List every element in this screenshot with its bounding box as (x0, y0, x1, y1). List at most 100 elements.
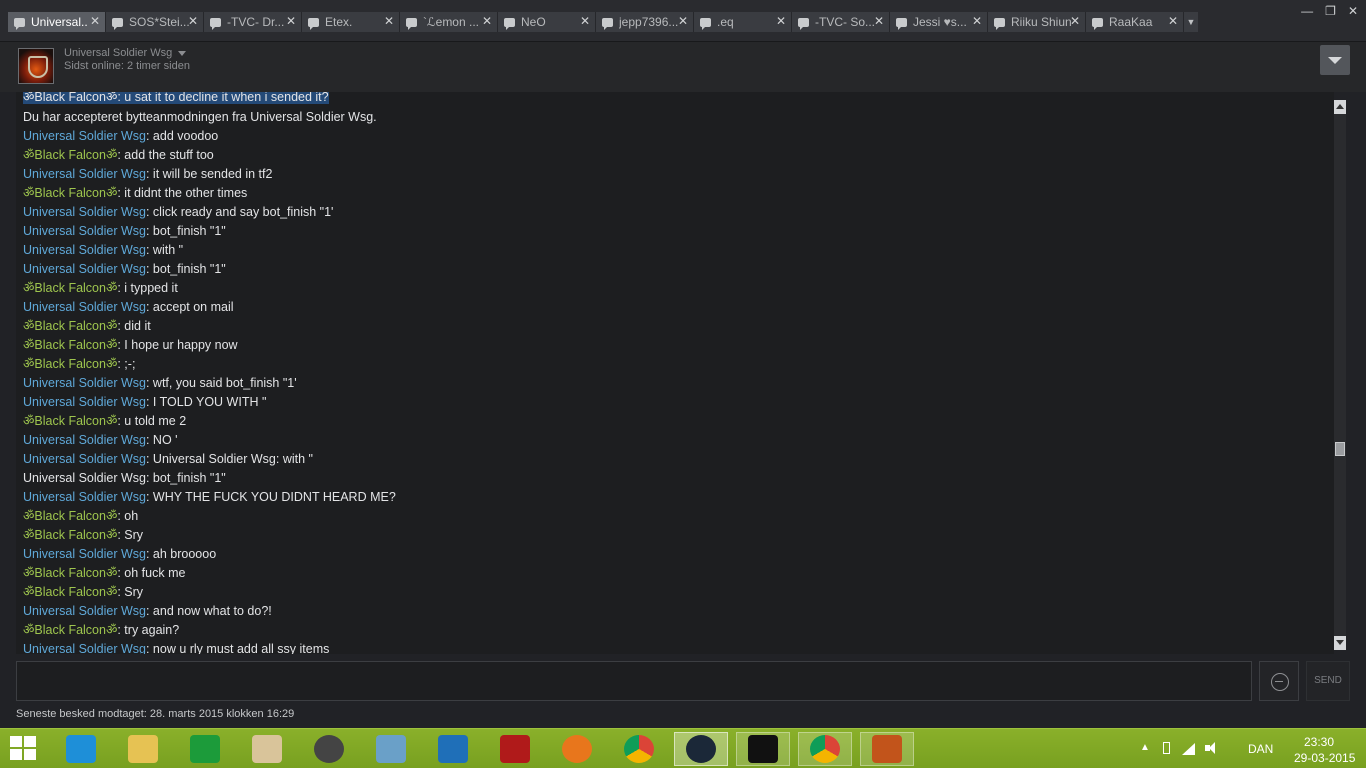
volume-icon[interactable] (1204, 741, 1218, 755)
chrome-icon (810, 735, 840, 763)
message-text: : wtf, you said bot_finish "1' (145, 376, 297, 390)
chat-bubble-icon (308, 17, 319, 30)
message-text: : Universal Soldier Wsg: with " (145, 452, 313, 466)
media-player-icon (252, 735, 282, 763)
windows-start-icon[interactable] (10, 736, 38, 762)
taskbar-app[interactable] (116, 732, 170, 766)
chat-tab[interactable]: SOS*Stei... ✕ (106, 12, 204, 32)
close-icon[interactable]: ✕ (1070, 14, 1080, 28)
message-text: : ;-; (117, 357, 136, 371)
message-text: : Sry (117, 585, 144, 599)
close-icon[interactable]: ✕ (678, 14, 688, 28)
battery-icon[interactable] (1160, 741, 1174, 755)
clock-time[interactable]: 23:30 (1304, 735, 1334, 749)
minimize-button[interactable]: — (1301, 4, 1313, 18)
message-text: : with " (145, 243, 184, 257)
taskbar-app[interactable] (550, 732, 604, 766)
close-window-button[interactable]: ✕ (1348, 4, 1358, 18)
close-icon[interactable]: ✕ (482, 14, 492, 28)
taskbar-app[interactable] (674, 732, 728, 766)
chat-tab[interactable]: RaaKaa ✕ (1086, 12, 1184, 32)
taskbar-app[interactable] (488, 732, 542, 766)
chat-message: ॐBlack Falconॐ: add the stuff too (23, 146, 396, 165)
message-sender: Universal Soldier Wsg (23, 300, 146, 314)
taskbar-app[interactable] (860, 732, 914, 766)
message-sender: Universal Soldier Wsg (23, 452, 146, 466)
chat-tab[interactable]: Jessi ♥s... ✕ (890, 12, 988, 32)
close-icon[interactable]: ✕ (384, 14, 394, 28)
chat-tab[interactable]: -TVC- Dr... ✕ (204, 12, 302, 32)
chat-tab[interactable]: `ℒemon ... ✕ (400, 12, 498, 32)
chat-message: ॐBlack Falconॐ: ;-; (23, 355, 396, 374)
clock-date[interactable]: 29-03-2015 (1294, 751, 1355, 765)
taskbar-app[interactable] (178, 732, 232, 766)
friend-status: Sidst online: 2 timer siden (64, 60, 190, 72)
network-icon[interactable] (1182, 741, 1196, 755)
close-icon[interactable]: ✕ (874, 14, 884, 28)
message-text: : Sry (117, 528, 144, 542)
tab-label: -TVC- Dr... (227, 15, 285, 29)
tabs-overflow-dropdown[interactable]: ▼ (1184, 12, 1198, 32)
chat-scrollbar[interactable] (1334, 100, 1346, 650)
chat-tab[interactable]: jepp7396... ✕ (596, 12, 694, 32)
chat-bubble-icon (406, 17, 417, 30)
chat-message: Universal Soldier Wsg: accept on mail (23, 298, 396, 317)
close-icon[interactable]: ✕ (188, 14, 198, 28)
header-dropdown-button[interactable] (1320, 45, 1350, 75)
chat-tab[interactable]: NeO ✕ (498, 12, 596, 32)
chat-bubble-icon (14, 17, 25, 30)
close-icon[interactable]: ✕ (972, 14, 982, 28)
message-text: : and now what to do?! (145, 604, 272, 618)
send-button[interactable]: SEND (1306, 661, 1350, 701)
friend-name-menu[interactable]: Universal Soldier Wsg (64, 47, 187, 59)
taskbar-app[interactable] (612, 732, 666, 766)
chat-tab[interactable]: Etex. ✕ (302, 12, 400, 32)
tab-label: .eq (717, 15, 734, 29)
tray-expand-icon[interactable]: ▲ (1140, 742, 1150, 753)
emoticon-button[interactable] (1259, 661, 1299, 701)
chat-message: Universal Soldier Wsg: click ready and s… (23, 203, 396, 222)
chat-tab[interactable]: Universal.. ✕ (8, 12, 106, 32)
message-sender: ॐBlack Falconॐ (23, 281, 118, 295)
message-text: : oh (117, 509, 139, 523)
message-sender: Universal Soldier Wsg (23, 547, 146, 561)
close-icon[interactable]: ✕ (580, 14, 590, 28)
scroll-up-icon[interactable] (1334, 100, 1346, 114)
close-icon[interactable]: ✕ (776, 14, 786, 28)
message-text: : it will be sended in tf2 (145, 167, 273, 181)
chat-message: ॐBlack Falconॐ: oh fuck me (23, 564, 396, 583)
message-sender: ॐBlack Falconॐ (23, 528, 118, 542)
scroll-thumb[interactable] (1335, 442, 1345, 456)
close-icon[interactable]: ✕ (286, 14, 296, 28)
taskbar-app[interactable] (54, 732, 108, 766)
message-text: : click ready and say bot_finish "1' (145, 205, 334, 219)
taskbar-app[interactable] (240, 732, 294, 766)
taskbar-app[interactable] (798, 732, 852, 766)
chat-tab[interactable]: Riiku Shiun ✕ (988, 12, 1086, 32)
taskbar-app[interactable] (302, 732, 356, 766)
taskbar-app[interactable] (426, 732, 480, 766)
language-indicator[interactable]: DAN (1248, 742, 1273, 756)
chevron-down-icon (178, 50, 187, 56)
settings-app-icon (438, 735, 468, 763)
taskbar-app[interactable] (364, 732, 418, 766)
message-sender: Universal Soldier Wsg (23, 395, 146, 409)
window-tab-bar: Universal.. ✕ SOS*Stei... ✕ -TVC- Dr... ✕ Etex… (0, 0, 1366, 42)
close-icon[interactable]: ✕ (1168, 14, 1178, 28)
chat-tab[interactable]: .eq ✕ (694, 12, 792, 32)
message-text: : bot_finish "1" (145, 471, 226, 485)
message-sender: Universal Soldier Wsg (23, 604, 146, 618)
maximize-button[interactable]: ❐ (1325, 4, 1336, 18)
chat-message: ॐBlack Falconॐ: it didnt the other times (23, 184, 396, 203)
message-text: : I TOLD YOU WITH " (145, 395, 267, 409)
message-input[interactable] (16, 661, 1252, 701)
chat-log[interactable]: ॐBlack Falconॐ: u sat it to decline it w… (16, 92, 1334, 654)
close-icon[interactable]: ✕ (90, 14, 100, 28)
friend-name: Universal Soldier Wsg (64, 47, 173, 59)
chat-tab[interactable]: -TVC- So... ✕ (792, 12, 890, 32)
avatar[interactable] (18, 48, 54, 84)
scroll-down-icon[interactable] (1334, 636, 1346, 650)
message-text: : WHY THE FUCK YOU DIDNT HEARD ME? (145, 490, 396, 504)
taskbar-app[interactable] (736, 732, 790, 766)
system-tray: ▲ DAN 23:30 29-03-2015 (1136, 729, 1366, 768)
